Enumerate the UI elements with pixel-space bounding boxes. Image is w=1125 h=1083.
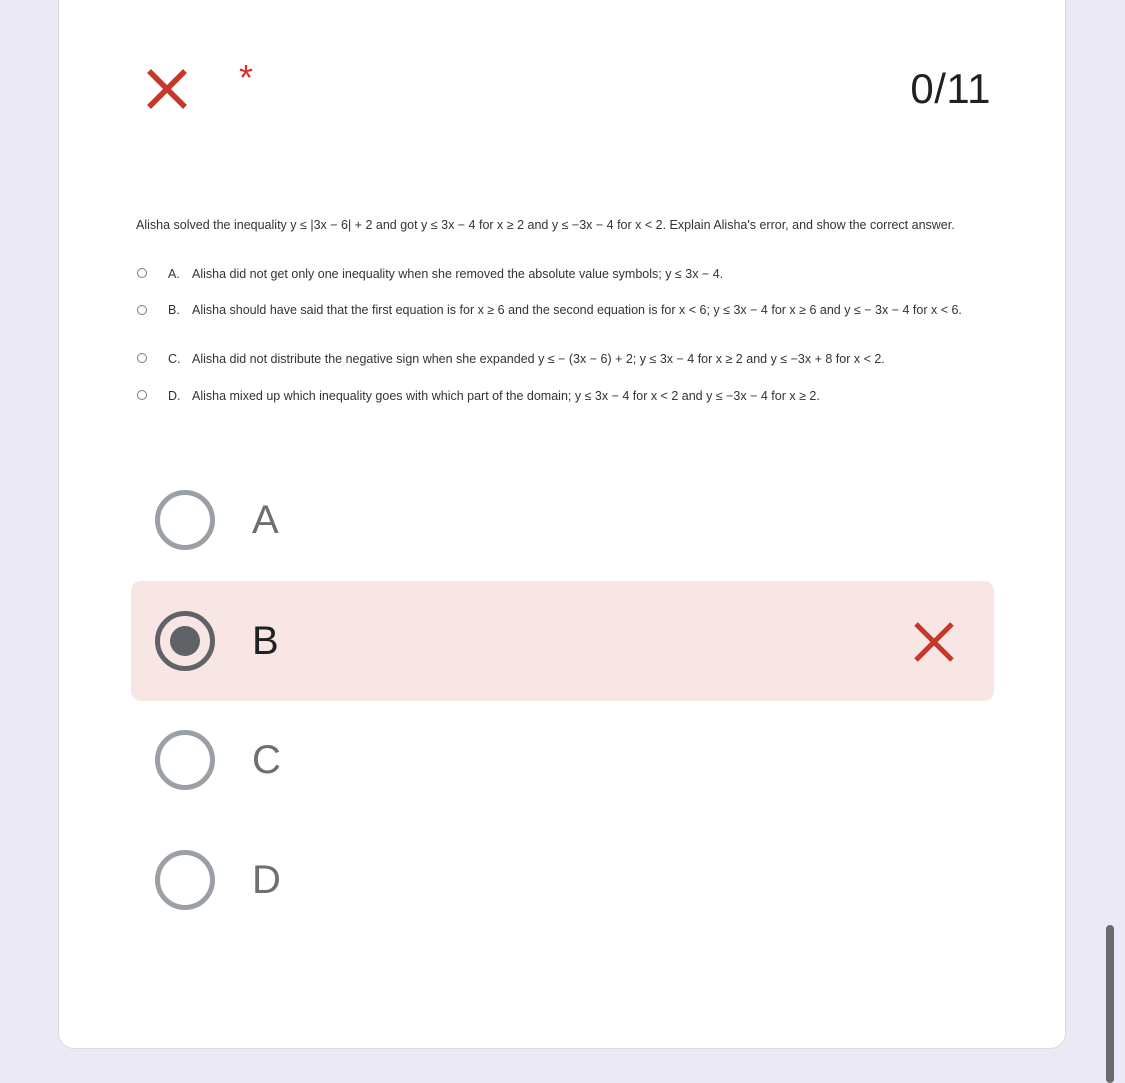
- choice-radio-icon: [137, 353, 147, 363]
- choice-radio-icon: [137, 268, 147, 278]
- question-image: Alisha solved the inequality y ≤ |3x − 6…: [136, 216, 996, 403]
- radio-button-a[interactable]: [155, 490, 215, 550]
- choice-letter: D.: [168, 389, 181, 403]
- choice-text: Alisha did not distribute the negative s…: [192, 352, 885, 366]
- choice-letter: B.: [168, 303, 180, 317]
- choice-text: Alisha should have said that the first e…: [192, 303, 962, 317]
- choice-radio-icon: [137, 305, 147, 315]
- choice-radio-icon: [137, 390, 147, 400]
- choice-letter: A.: [168, 267, 180, 281]
- incorrect-close-icon: [147, 69, 187, 109]
- incorrect-close-icon: [914, 622, 954, 662]
- radio-button-b[interactable]: [155, 611, 215, 671]
- radio-button-c[interactable]: [155, 730, 215, 790]
- option-b[interactable]: B: [131, 581, 994, 701]
- option-a[interactable]: A: [131, 460, 994, 580]
- option-label-c: C: [252, 738, 281, 782]
- question-text: Alisha solved the inequality y ≤ |3x − 6…: [136, 218, 955, 232]
- option-c[interactable]: C: [131, 700, 994, 820]
- required-asterisk: *: [239, 57, 254, 98]
- option-label-d: D: [252, 858, 281, 902]
- radio-button-d[interactable]: [155, 850, 215, 910]
- scrollbar-thumb[interactable]: [1106, 925, 1114, 1083]
- radio-selected-dot: [170, 626, 200, 656]
- option-label-a: A: [252, 498, 279, 542]
- choice-text: Alisha mixed up which inequality goes wi…: [192, 389, 820, 403]
- choice-letter: C.: [168, 352, 181, 366]
- option-d[interactable]: D: [131, 820, 994, 940]
- score-label: 0/11: [910, 65, 991, 112]
- choice-text: Alisha did not get only one inequality w…: [192, 267, 724, 281]
- option-label-b: B: [252, 619, 279, 663]
